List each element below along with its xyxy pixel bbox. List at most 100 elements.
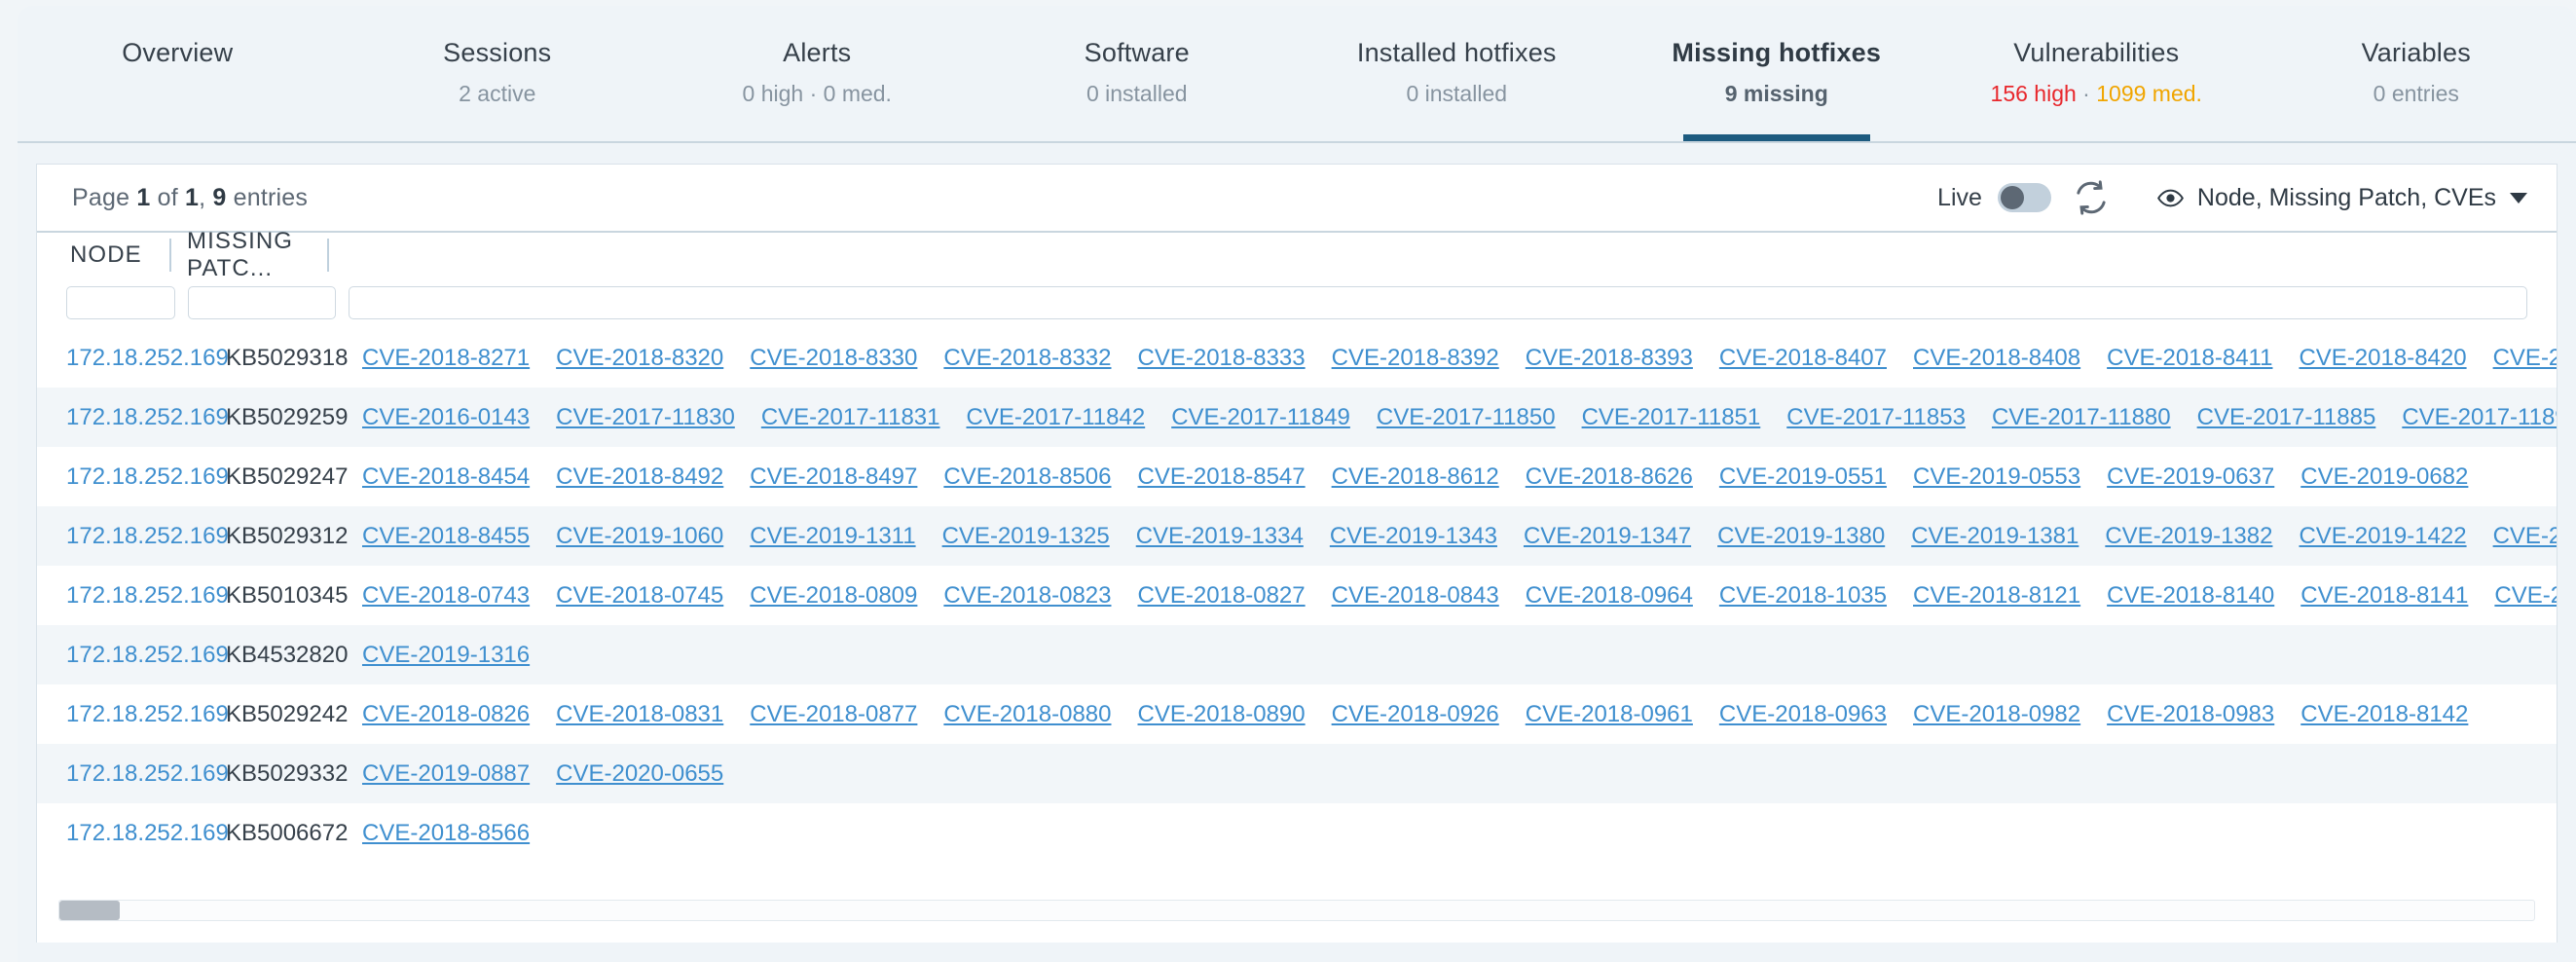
cve-link[interactable]: CVE-2018-0890	[1138, 701, 1306, 727]
cve-link[interactable]: CVE-2018-0823	[943, 582, 1111, 609]
cve-link[interactable]: CVE-2018-8423	[2493, 345, 2557, 371]
cve-link[interactable]: CVE-2018-8454	[362, 463, 530, 490]
cve-link[interactable]: CVE-2018-0963	[1719, 701, 1887, 727]
cve-link[interactable]: CVE-2017-11831	[761, 404, 940, 430]
cve-link[interactable]: CVE-2018-8497	[750, 463, 917, 490]
tab-software[interactable]: Software 0 installed	[977, 6, 1298, 139]
cve-link[interactable]: CVE-2018-0964	[1526, 582, 1693, 609]
cve-link[interactable]: CVE-2018-8612	[1332, 463, 1499, 490]
table-row[interactable]: 172.18.252.169 KB4532820 CVE-2019-1316	[37, 625, 2557, 684]
table-row[interactable]: 172.18.252.169 KB5029242 CVE-2018-0826 CV…	[37, 684, 2557, 744]
cell-node[interactable]: 172.18.252.169	[66, 642, 229, 669]
cve-link[interactable]: CVE-2019-0887	[362, 760, 530, 787]
cve-link[interactable]: CVE-2017-11830	[556, 404, 735, 430]
cell-node[interactable]: 172.18.252.169	[66, 701, 229, 728]
cve-link[interactable]: CVE-2018-0809	[750, 582, 917, 609]
cve-link[interactable]: CVE-2018-8408	[1913, 345, 2080, 371]
cve-link[interactable]: CVE-2017-11899	[2402, 404, 2557, 430]
cve-link[interactable]: CVE-2018-8626	[1526, 463, 1693, 490]
cell-node[interactable]: 172.18.252.169	[66, 582, 229, 610]
cve-link[interactable]: CVE-2017-11851	[1582, 404, 1761, 430]
cve-link[interactable]: CVE-2018-0982	[1913, 701, 2080, 727]
tab-installed-hotfixes[interactable]: Installed hotfixes 0 installed	[1297, 6, 1617, 139]
cve-link[interactable]: CVE-2017-11842	[967, 404, 1146, 430]
column-divider[interactable]	[327, 239, 329, 272]
cve-link[interactable]: CVE-2018-8320	[556, 345, 723, 371]
cve-link[interactable]: CVE-2019-1347	[1524, 523, 1691, 549]
cell-node[interactable]: 172.18.252.169	[66, 523, 229, 550]
cve-link[interactable]: CVE-2018-0827	[1138, 582, 1306, 609]
cve-link[interactable]: CVE-2019-0637	[2107, 463, 2274, 490]
cve-link[interactable]: CVE-2019-1316	[362, 642, 530, 668]
cve-link[interactable]: CVE-2018-8121	[1913, 582, 2080, 609]
cve-link[interactable]: CVE-2018-8142	[2300, 701, 2468, 727]
tab-vulnerabilities[interactable]: Vulnerabilities 156 high · 1099 med.	[1936, 6, 2257, 139]
column-header-node[interactable]: NODE	[66, 241, 158, 269]
cve-link[interactable]: CVE-2018-8330	[750, 345, 917, 371]
cve-link[interactable]: CVE-2018-0831	[556, 701, 723, 727]
cve-link[interactable]: CVE-2019-1334	[1136, 523, 1304, 549]
cve-link[interactable]: CVE-2018-8140	[2107, 582, 2274, 609]
tab-variables[interactable]: Variables 0 entries	[2257, 6, 2576, 139]
cve-link[interactable]: CVE-2016-0143	[362, 404, 530, 430]
cve-link[interactable]: CVE-2018-8333	[1138, 345, 1306, 371]
cve-link[interactable]: CVE-2019-0551	[1719, 463, 1887, 490]
cve-link[interactable]: CVE-2020-0655	[556, 760, 723, 787]
cve-link[interactable]: CVE-2018-0877	[750, 701, 917, 727]
cve-link[interactable]: CVE-2018-0961	[1526, 701, 1693, 727]
cve-link[interactable]: CVE-2017-11853	[1786, 404, 1966, 430]
cell-node[interactable]: 172.18.252.169	[66, 760, 229, 788]
cve-link[interactable]: CVE-2018-8492	[556, 463, 723, 490]
cve-link[interactable]: CVE-2018-8271	[362, 345, 530, 371]
refresh-icon[interactable]	[2071, 177, 2112, 218]
cve-link[interactable]: CVE-2018-8142	[2494, 582, 2557, 609]
cve-link[interactable]: CVE-2019-0682	[2300, 463, 2468, 490]
cve-link[interactable]: CVE-2019-1311	[750, 523, 915, 549]
cve-link[interactable]: CVE-2018-0745	[556, 582, 723, 609]
cve-link[interactable]: CVE-2018-8506	[943, 463, 1111, 490]
cve-link[interactable]: CVE-2018-8411	[2107, 345, 2272, 371]
horizontal-scrollbar-track[interactable]	[58, 900, 2535, 921]
cve-link[interactable]: CVE-2019-2020	[2493, 523, 2557, 549]
cell-node[interactable]: 172.18.252.169	[66, 463, 229, 491]
cve-link[interactable]: CVE-2018-8407	[1719, 345, 1887, 371]
cve-link[interactable]: CVE-2018-0826	[362, 701, 530, 727]
cve-link[interactable]: CVE-2018-8547	[1138, 463, 1306, 490]
table-row[interactable]: 172.18.252.169 KB5029332 CVE-2019-0887 CV…	[37, 744, 2557, 803]
filter-input-node[interactable]	[66, 286, 175, 319]
cve-link[interactable]: CVE-2018-8332	[943, 345, 1111, 371]
cve-link[interactable]: CVE-2019-1381	[1911, 523, 2079, 549]
cve-link[interactable]: CVE-2018-8393	[1526, 345, 1693, 371]
tab-sessions[interactable]: Sessions 2 active	[338, 6, 658, 139]
column-divider[interactable]	[169, 239, 171, 272]
cve-link[interactable]: CVE-2018-8566	[362, 820, 530, 846]
cve-link[interactable]: CVE-2018-8455	[362, 523, 530, 549]
cve-link[interactable]: CVE-2019-1422	[2299, 523, 2466, 549]
cve-link[interactable]: CVE-2018-8392	[1332, 345, 1499, 371]
table-row[interactable]: 172.18.252.169 KB5029247 CVE-2018-8454 CV…	[37, 447, 2557, 506]
cell-node[interactable]: 172.18.252.169	[66, 404, 229, 431]
column-view-selector[interactable]: Node, Missing Patch, CVEs	[2156, 184, 2527, 212]
filter-input-missing-patch[interactable]	[188, 286, 336, 319]
cve-link[interactable]: CVE-2018-1035	[1719, 582, 1887, 609]
cve-link[interactable]: CVE-2017-11885	[2197, 404, 2376, 430]
cve-link[interactable]: CVE-2019-1325	[942, 523, 1110, 549]
cell-node[interactable]: 172.18.252.169	[66, 345, 229, 372]
cve-link[interactable]: CVE-2017-11880	[1992, 404, 2171, 430]
cve-link[interactable]: CVE-2019-1382	[2105, 523, 2272, 549]
cve-link[interactable]: CVE-2018-0743	[362, 582, 530, 609]
tab-missing-hotfixes[interactable]: Missing hotfixes 9 missing	[1617, 6, 1937, 141]
cell-node[interactable]: 172.18.252.169	[66, 820, 229, 847]
table-row[interactable]: 172.18.252.169 KB5029259 CVE-2016-0143 CV…	[37, 388, 2557, 447]
filter-input-cves[interactable]	[349, 286, 2527, 319]
live-toggle[interactable]	[1997, 183, 2051, 212]
cve-link[interactable]: CVE-2017-11849	[1171, 404, 1350, 430]
column-header-missing-patch[interactable]: MISSING PATC...	[183, 228, 315, 282]
table-row[interactable]: 172.18.252.169 KB5029312 CVE-2018-8455 CV…	[37, 506, 2557, 566]
cve-link[interactable]: CVE-2018-0926	[1332, 701, 1499, 727]
cve-link[interactable]: CVE-2018-8420	[2299, 345, 2466, 371]
cve-link[interactable]: CVE-2018-8141	[2300, 582, 2468, 609]
cve-link[interactable]: CVE-2017-11850	[1377, 404, 1556, 430]
cve-link[interactable]: CVE-2019-1343	[1330, 523, 1497, 549]
table-row[interactable]: 172.18.252.169 KB5029318 CVE-2018-8271 CV…	[37, 328, 2557, 388]
